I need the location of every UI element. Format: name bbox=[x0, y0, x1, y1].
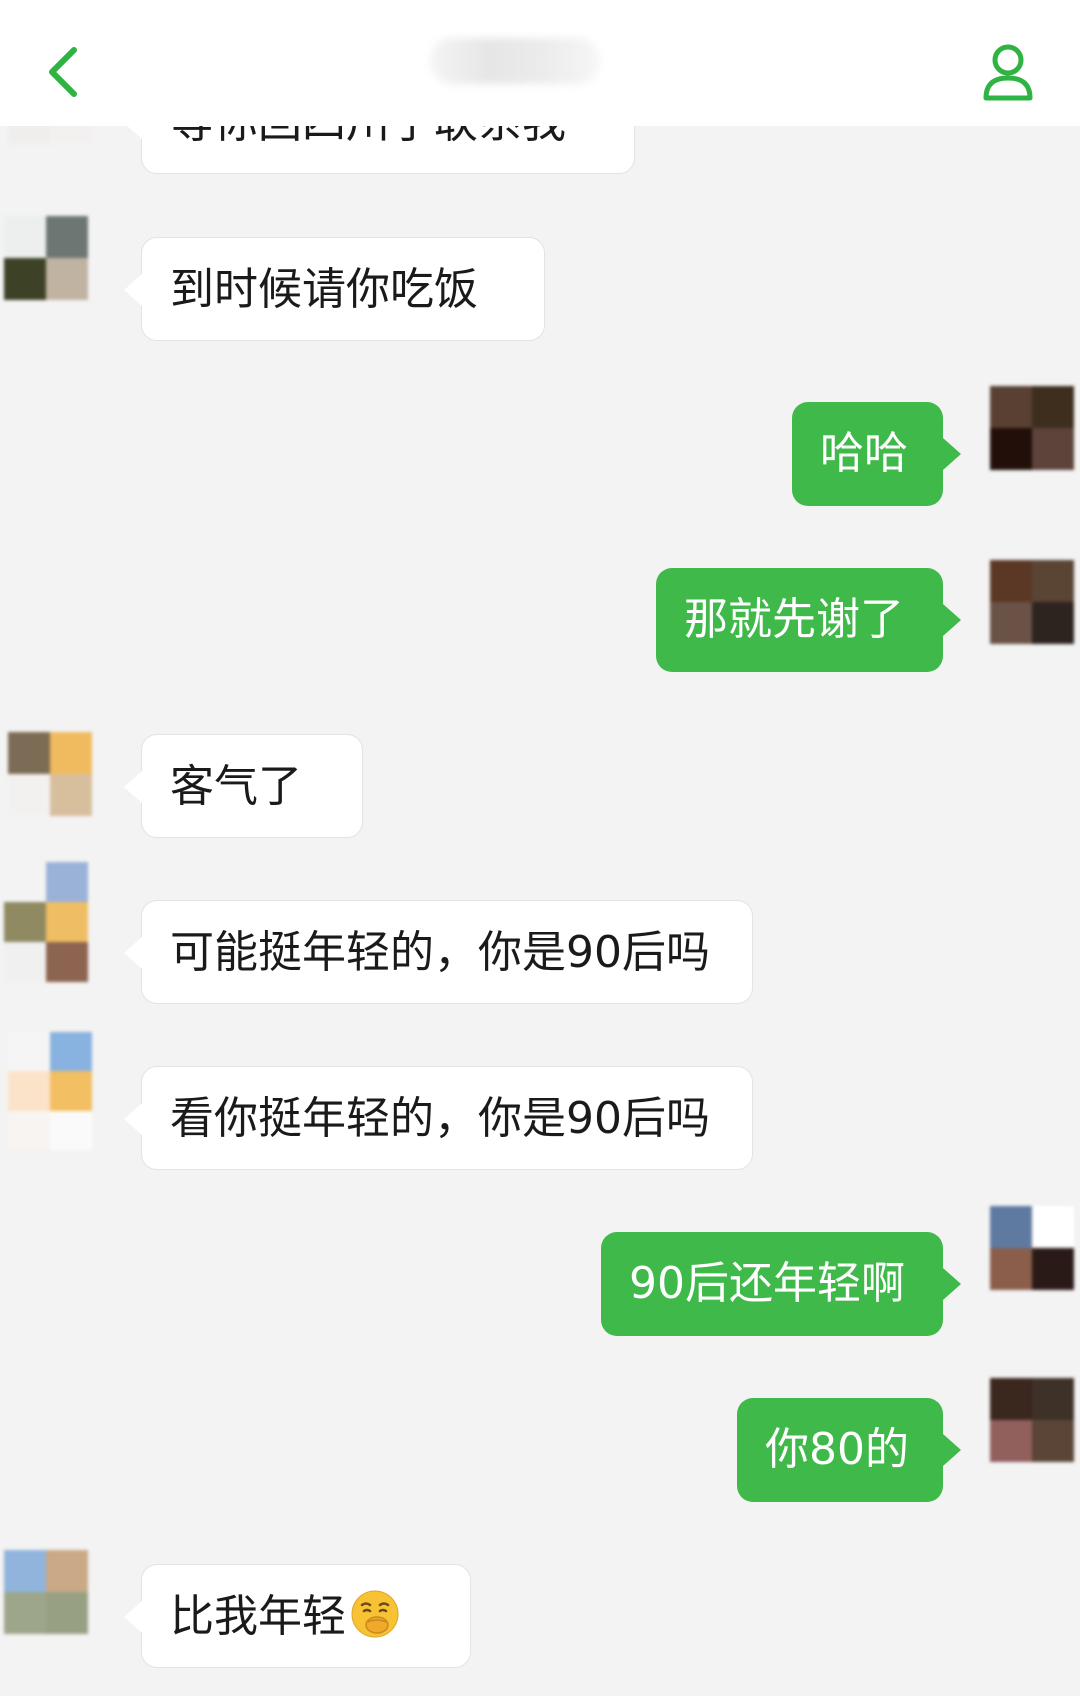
incoming-message-bubble[interactable]: 客气了 bbox=[124, 734, 363, 838]
my-avatar[interactable] bbox=[990, 1378, 1074, 1462]
incoming-avatar[interactable] bbox=[4, 1550, 88, 1634]
my-avatar[interactable] bbox=[990, 560, 1074, 644]
smirk-hand-over-mouth-emoji bbox=[350, 1573, 400, 1638]
incoming-message-bubble[interactable]: 到时候请你吃饭 bbox=[124, 237, 545, 341]
outgoing-message-bubble[interactable]: 那就先谢了 bbox=[656, 568, 961, 672]
chat-area[interactable]: 等你回四川了联系我 到时候请你吃饭 哈哈 那就先谢了 客气了 可能挺年轻的，你是… bbox=[0, 0, 1080, 1696]
contact-name bbox=[430, 38, 600, 84]
person-icon bbox=[983, 44, 1033, 101]
message-text: 到时候请你吃饭 bbox=[170, 264, 478, 315]
incoming-message-bubble[interactable]: 看你挺年轻的，你是90后吗 bbox=[124, 1066, 753, 1170]
my-avatar[interactable] bbox=[990, 386, 1074, 470]
incoming-message-bubble[interactable]: 可能挺年轻的，你是90后吗 bbox=[124, 900, 753, 1004]
incoming-avatar[interactable] bbox=[4, 862, 88, 982]
my-avatar[interactable] bbox=[990, 1206, 1074, 1290]
outgoing-message-bubble[interactable]: 哈哈 bbox=[792, 402, 961, 506]
chevron-left-icon bbox=[49, 47, 77, 97]
outgoing-message-bubble[interactable]: 90后还年轻啊 bbox=[601, 1232, 961, 1336]
incoming-avatar[interactable] bbox=[8, 1032, 92, 1150]
message-text: 哈哈 bbox=[820, 428, 908, 479]
message-text: 可能挺年轻的，你是90后吗 bbox=[170, 927, 710, 978]
message-text: 看你挺年轻的，你是90后吗 bbox=[170, 1093, 710, 1144]
incoming-avatar[interactable] bbox=[8, 732, 92, 816]
incoming-message-bubble[interactable]: 比我年轻 bbox=[124, 1564, 471, 1668]
outgoing-message-bubble[interactable]: 你80的 bbox=[737, 1398, 961, 1502]
message-text: 客气了 bbox=[170, 761, 302, 812]
back-button[interactable] bbox=[36, 36, 96, 106]
incoming-avatar[interactable] bbox=[4, 216, 88, 300]
message-text: 那就先谢了 bbox=[684, 594, 904, 645]
message-text: 90后还年轻啊 bbox=[629, 1258, 905, 1309]
message-text: 你80的 bbox=[765, 1424, 909, 1475]
profile-button[interactable] bbox=[976, 36, 1040, 106]
chat-header bbox=[0, 0, 1080, 126]
message-text: 比我年轻 bbox=[170, 1591, 346, 1642]
